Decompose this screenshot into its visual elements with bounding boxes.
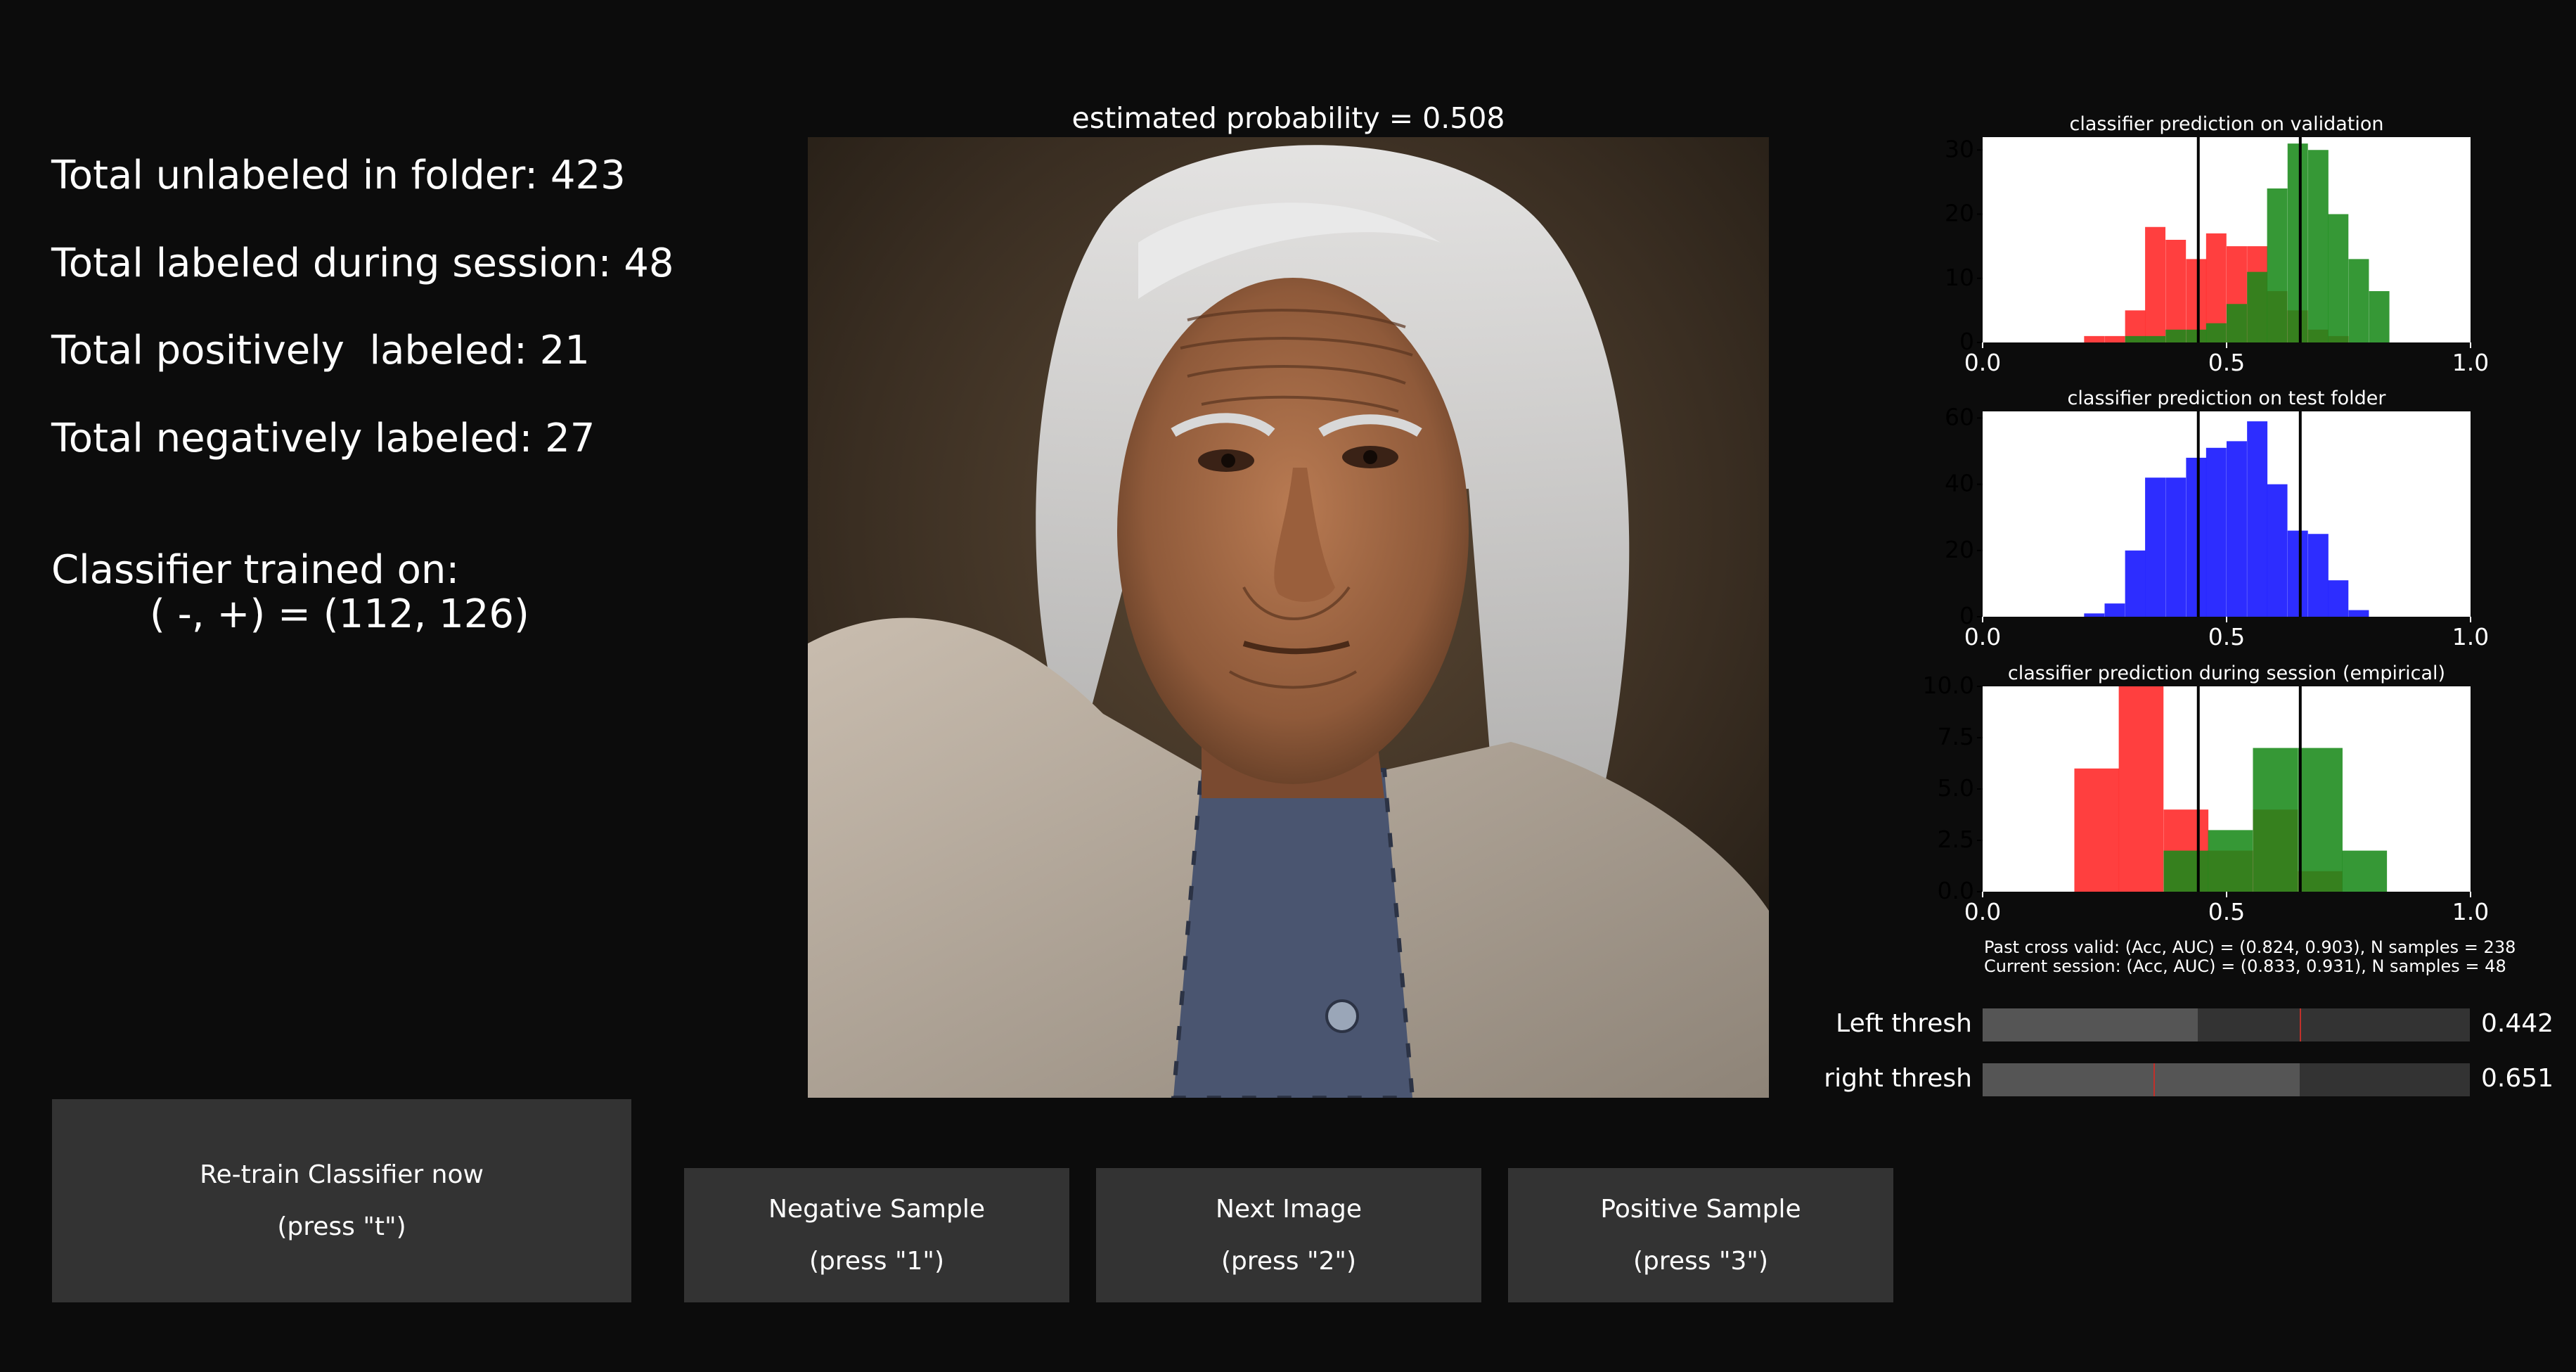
stat-unlabeled: Total unlabeled in folder: 423 (51, 153, 626, 198)
histogram-bar (2298, 748, 2343, 892)
retrain-button-label: Re-train Classifier now (200, 1160, 484, 1189)
negative-button-label: Negative Sample (768, 1194, 985, 1224)
y-tick-label: 10.0 (1923, 672, 1974, 699)
negative-sample-button[interactable]: Negative Sample (press "1") (684, 1168, 1069, 1302)
histogram-bar (2342, 850, 2388, 892)
histogram-bar (2163, 850, 2209, 892)
histogram-title: classifier prediction during session (em… (2008, 662, 2445, 684)
classifier-trained-counts: ( -, +) = (112, 126) (150, 591, 529, 637)
x-tick-label: 1.0 (2452, 898, 2489, 925)
left-thresh-slider[interactable] (1983, 1008, 2470, 1041)
x-tick-label: 0.0 (1964, 898, 2001, 925)
right-thresh-fill (1983, 1063, 2300, 1096)
right-thresh-marker (2153, 1063, 2155, 1096)
stat-positive: Total positively labeled: 21 (51, 328, 590, 373)
retrain-classifier-button[interactable]: Re-train Classifier now (press "t") (52, 1099, 631, 1302)
past-cross-valid-metrics: Past cross valid: (Acc, AUC) = (0.824, 0… (1984, 937, 2516, 957)
portrait-photo (808, 137, 1769, 1098)
positive-sample-button[interactable]: Positive Sample (press "3") (1508, 1168, 1893, 1302)
left-thresh-label: Left thresh (1836, 1009, 1972, 1038)
y-tick-label: 2.5 (1938, 826, 1974, 853)
retrain-button-shortcut: (press "t") (277, 1212, 406, 1241)
histogram-bar (2118, 686, 2164, 892)
stat-labeled-session: Total labeled during session: 48 (51, 241, 674, 286)
y-tick-label: 5.0 (1938, 774, 1974, 802)
current-session-metrics: Current session: (Acc, AUC) = (0.833, 0.… (1984, 956, 2506, 976)
y-tick-label: 7.5 (1938, 723, 1974, 750)
estimated-probability-title: estimated probability = 0.508 (1071, 101, 1505, 135)
left-thresh-value: 0.442 (2481, 1009, 2554, 1038)
right-thresh-value: 0.651 (2481, 1064, 2554, 1093)
next-button-shortcut: (press "2") (1221, 1246, 1357, 1276)
positive-button-shortcut: (press "3") (1632, 1246, 1769, 1276)
histogram-bar (2074, 768, 2120, 892)
stat-negative: Total negatively labeled: 27 (51, 416, 595, 461)
right-thresh-label: right thresh (1824, 1064, 1972, 1093)
next-button-label: Next Image (1215, 1194, 1363, 1224)
left-thresh-fill (1983, 1008, 2198, 1041)
left-thresh-marker (2300, 1008, 2302, 1041)
right-thresh-slider[interactable] (1983, 1063, 2470, 1096)
positive-button-label: Positive Sample (1600, 1194, 1801, 1224)
next-image-button[interactable]: Next Image (press "2") (1096, 1168, 1481, 1302)
classifier-trained-title: Classifier trained on: (51, 547, 460, 593)
negative-button-shortcut: (press "1") (809, 1246, 945, 1276)
histogram-bar (2208, 830, 2253, 892)
histogram-bar (2253, 748, 2298, 892)
session-histogram: classifier prediction during session (em… (1923, 662, 2490, 925)
x-tick-label: 0.5 (2208, 898, 2245, 925)
